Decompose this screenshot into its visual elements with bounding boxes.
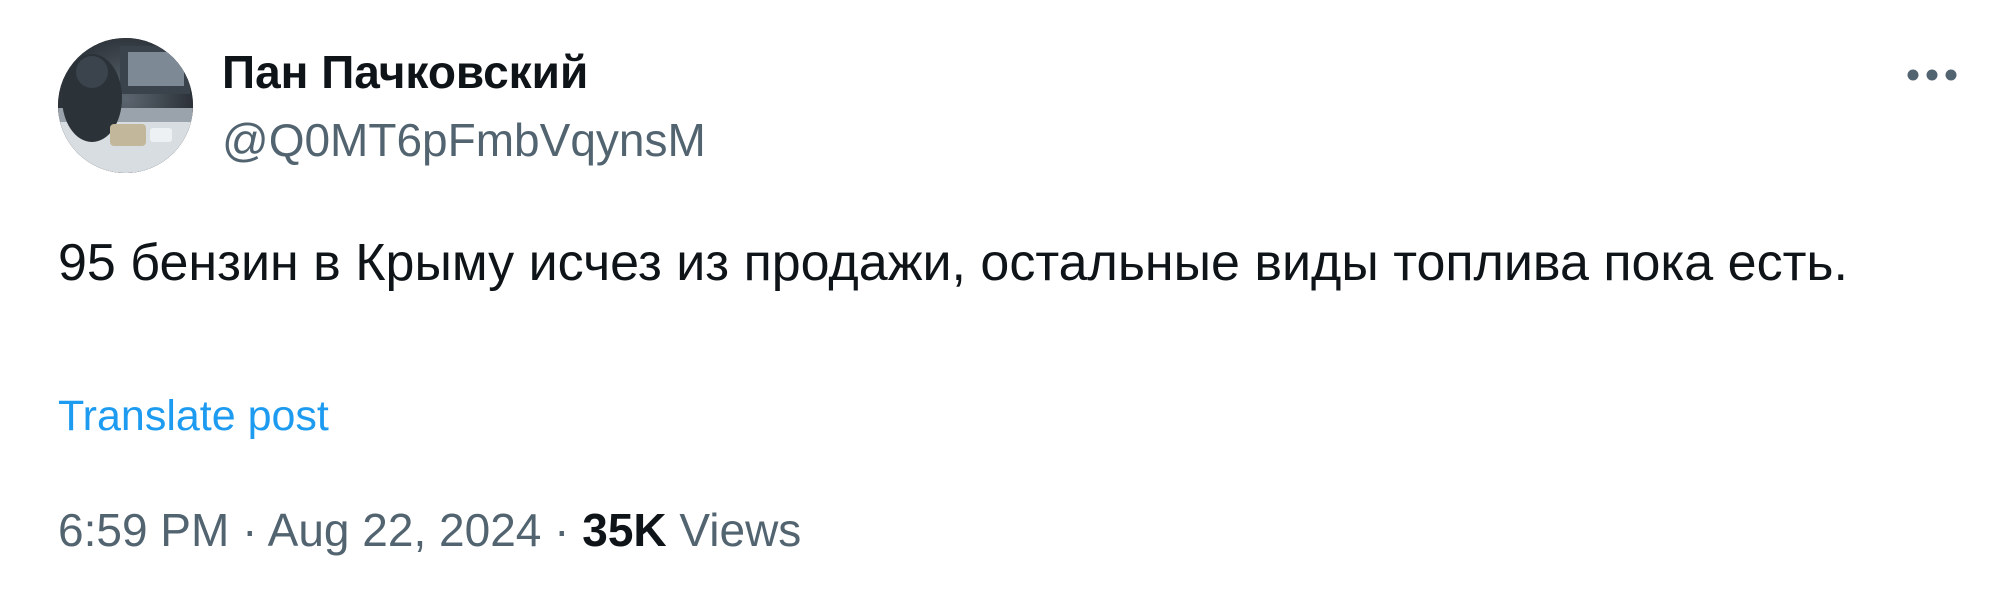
meta-separator: · bbox=[242, 504, 258, 556]
ellipsis-icon bbox=[1907, 69, 1957, 81]
translate-post-link[interactable]: Translate post bbox=[58, 388, 329, 444]
meta-separator: · bbox=[554, 504, 570, 556]
author-avatar[interactable] bbox=[58, 38, 193, 173]
more-options-button[interactable] bbox=[1900, 52, 1964, 98]
post-card: Пан Пачковский @Q0MT6pFmbVqynsM 95 бензи… bbox=[0, 0, 2008, 596]
post-text: 95 бензин в Крыму исчез из продажи, оста… bbox=[58, 234, 1848, 292]
post-time[interactable]: 6:59 PM bbox=[58, 504, 229, 556]
views-count: 35K bbox=[582, 504, 667, 556]
author-display-name[interactable]: Пан Пачковский bbox=[222, 44, 588, 100]
author-handle[interactable]: @Q0MT6pFmbVqynsM bbox=[222, 112, 706, 168]
post-meta: 6:59 PM · Aug 22, 2024 · 35K Views bbox=[58, 500, 801, 560]
views-label: Views bbox=[679, 504, 802, 556]
post-date[interactable]: Aug 22, 2024 bbox=[268, 504, 542, 556]
avatar-photo-icon bbox=[58, 38, 193, 173]
